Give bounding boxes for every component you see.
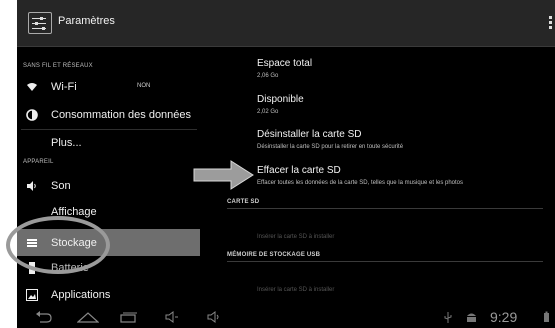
insert-sd-hint: Insérer la carte SD à installer: [257, 234, 335, 240]
recent-apps-icon[interactable]: [120, 311, 138, 323]
page-title: Paramètres: [58, 15, 115, 27]
system-nav-bar: 9:29: [17, 307, 555, 328]
available-value: 2,02 Go: [257, 109, 279, 115]
category-network: SANS FIL ET RÉSEAUX: [23, 63, 93, 69]
usb-icon: [444, 312, 452, 323]
sidebar-item-wifi[interactable]: Wi-Fi NON: [17, 75, 200, 99]
wifi-icon: [27, 83, 37, 91]
divider: [227, 261, 543, 262]
battery-status-icon: [544, 311, 549, 322]
overflow-menu-icon[interactable]: [549, 16, 552, 30]
sidebar-item-data-usage[interactable]: Consommation des données: [17, 103, 200, 127]
section-sd-card: CARTE SD: [227, 199, 260, 205]
volume-down-icon[interactable]: [165, 311, 179, 323]
speaker-icon: [27, 181, 36, 191]
sidebar-item-label: Son: [51, 180, 71, 192]
data-usage-icon: [26, 109, 38, 121]
android-icon: [467, 313, 476, 322]
total-space-value: 2,06 Go: [257, 73, 279, 79]
insert-usb-hint: Insérer la carte SD à installer: [257, 287, 335, 293]
volume-up-icon[interactable]: [207, 311, 221, 323]
erase-sd-description: Effacer toutes les données de la carte S…: [257, 180, 464, 186]
section-usb-storage: MÉMOIRE DE STOCKAGE USB: [227, 252, 321, 258]
total-space-title: Espace total: [257, 58, 313, 69]
home-icon[interactable]: [77, 311, 99, 323]
highlight-ring: [6, 216, 110, 274]
action-bar: Paramètres: [17, 0, 555, 47]
sidebar-item-label: Plus...: [51, 137, 82, 149]
settings-sliders-icon[interactable]: [28, 12, 52, 34]
unmount-sd-description: Désinstaller la carte SD pour la retirer…: [257, 144, 404, 150]
sidebar-item-apps[interactable]: Applications: [17, 283, 200, 307]
status-clock: 9:29: [490, 309, 518, 325]
sidebar-item-sound[interactable]: Son: [17, 174, 200, 198]
back-icon[interactable]: [35, 311, 53, 323]
unmount-sd-button[interactable]: Désinstaller la carte SD: [257, 129, 361, 140]
tablet-screen: Paramètres SANS FIL ET RÉSEAUX Wi-Fi NON…: [17, 0, 555, 328]
sidebar-item-label: Applications: [51, 289, 111, 301]
sidebar-item-more[interactable]: Plus...: [17, 131, 200, 155]
sidebar-item-label: Consommation des données: [51, 109, 192, 121]
available-title: Disponible: [257, 94, 304, 105]
wifi-status[interactable]: NON: [137, 83, 150, 89]
apps-icon: [26, 289, 38, 301]
sidebar-item-label: Wi-Fi: [51, 81, 77, 93]
instruction-arrow-icon: [193, 160, 254, 190]
erase-sd-button[interactable]: Effacer la carte SD: [257, 165, 341, 176]
divider: [227, 208, 543, 209]
category-device: APPAREIL: [23, 159, 54, 165]
divider: [21, 129, 197, 130]
